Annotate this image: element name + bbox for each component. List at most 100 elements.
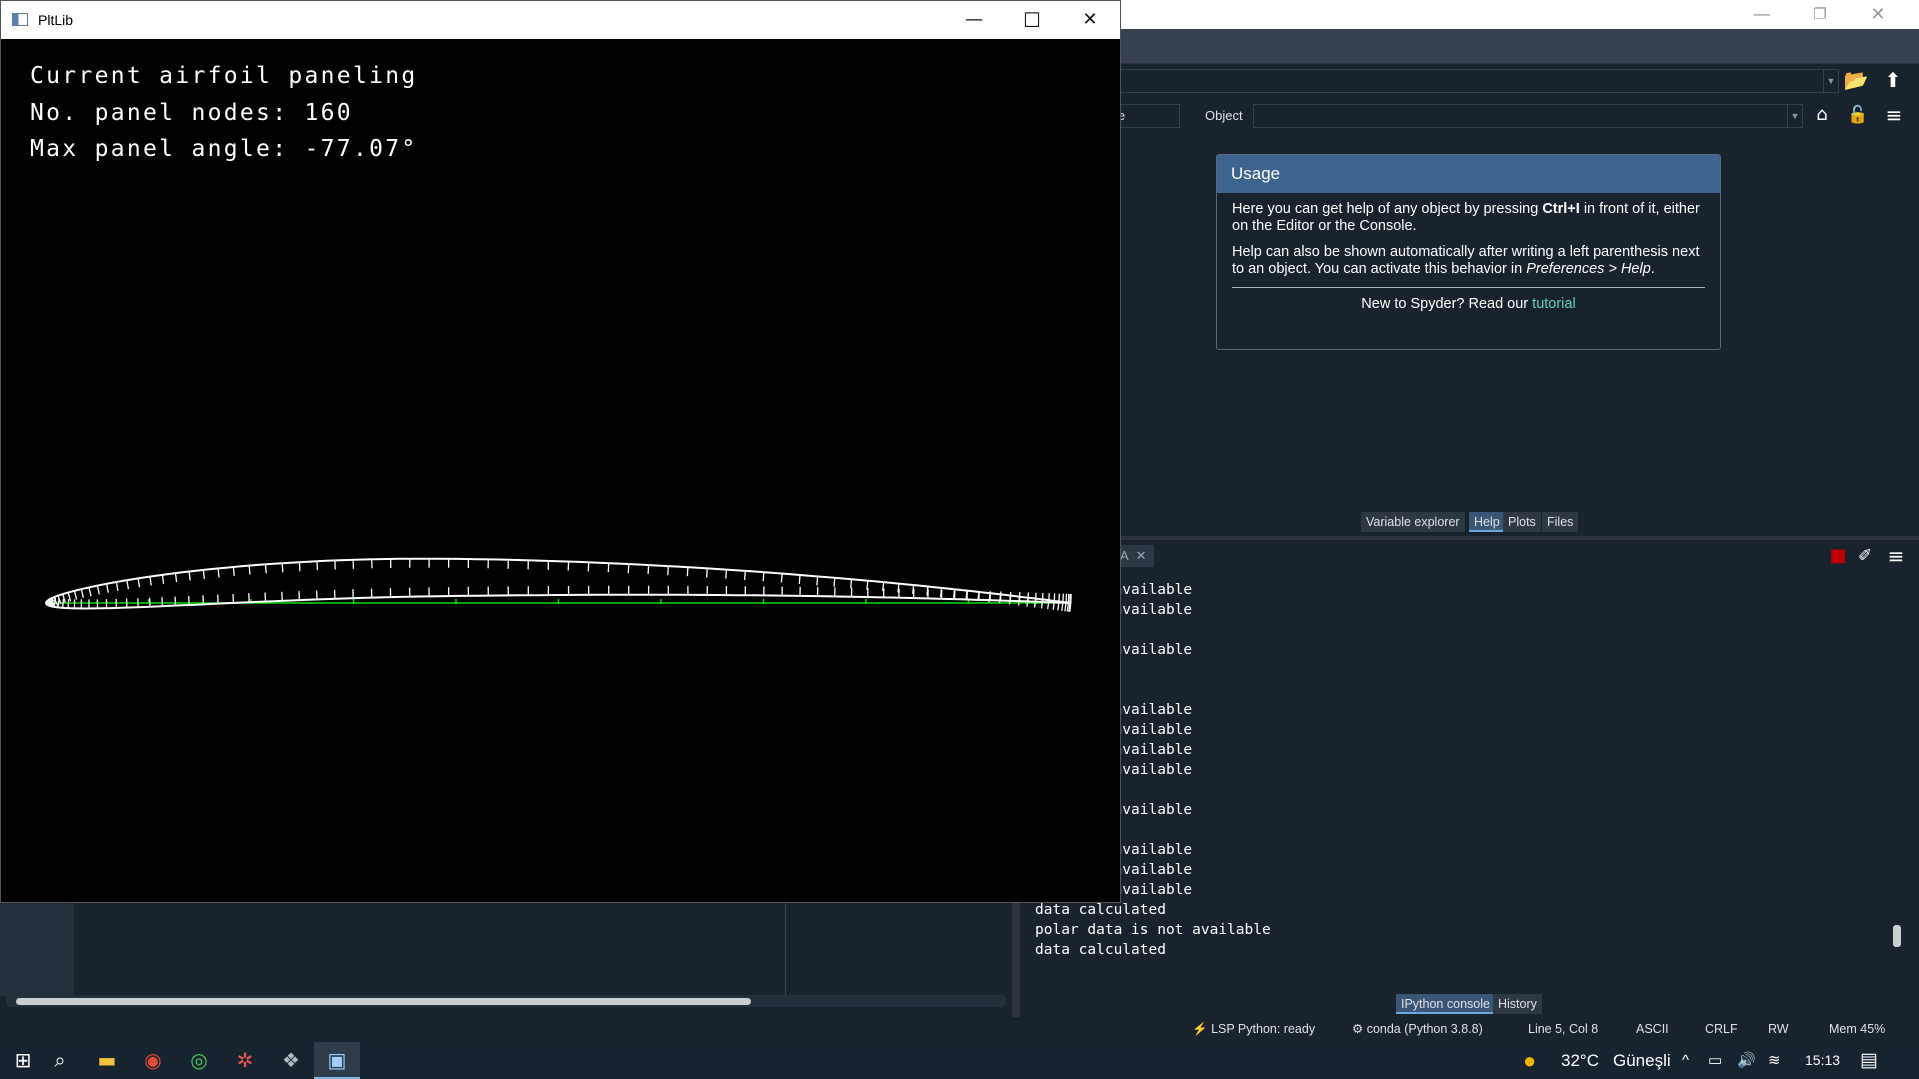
parent-directory-icon[interactable]: ⬆ xyxy=(1880,68,1906,94)
tutorial-link[interactable]: tutorial xyxy=(1532,296,1576,312)
console-line: ulated xyxy=(1035,660,1895,680)
panel-normal-tick xyxy=(647,565,650,575)
panel-normal-tick xyxy=(248,565,251,575)
panel-normal-tick xyxy=(88,587,92,597)
console-line: polar data is not available xyxy=(1035,922,1271,938)
panel-normal-tick xyxy=(298,562,301,572)
console-line: a is not available xyxy=(1035,742,1193,758)
spyder-close-button[interactable]: ✕ xyxy=(1849,0,1907,29)
scrollbar-thumb[interactable] xyxy=(1893,925,1901,947)
spyder-app-icon[interactable]: ✲ xyxy=(222,1042,268,1079)
console-line: a is not available xyxy=(1035,882,1193,898)
panel-normal-tick xyxy=(833,577,836,587)
panel-normal-tick xyxy=(743,570,746,580)
console-line: ulated xyxy=(1035,820,1895,840)
spyder-minimize-button[interactable]: — xyxy=(1733,0,1791,29)
console-line: a is not available xyxy=(1035,762,1193,778)
end-of-line: CRLF xyxy=(1705,1022,1738,1036)
console-tab[interactable]: A ✕ xyxy=(1118,545,1154,567)
status-bar: ⚡ LSP Python: ready ⚙ conda (Python 3.8.… xyxy=(0,1017,1919,1042)
minimize-button[interactable]: — xyxy=(945,1,1003,39)
search-icon[interactable]: ⌕ xyxy=(37,1042,83,1079)
chevron-down-icon[interactable]: ▼ xyxy=(1787,105,1802,127)
console-line: data calculated xyxy=(1035,942,1166,958)
cursor-position: Line 5, Col 8 xyxy=(1528,1022,1599,1036)
memory-usage: Mem 45% xyxy=(1829,1022,1886,1036)
console-line: data calculated xyxy=(1035,902,1166,918)
env-status[interactable]: ⚙ conda (Python 3.8.8) xyxy=(1352,1017,1483,1042)
eraser-icon[interactable]: ✐ xyxy=(1852,544,1878,570)
weather-temp[interactable]: 32°C xyxy=(1561,1042,1599,1079)
home-icon[interactable]: ⌂ xyxy=(1809,103,1835,129)
pane-splitter[interactable] xyxy=(1012,900,1020,1020)
close-icon[interactable]: ✕ xyxy=(1136,548,1147,563)
panel-normal-tick xyxy=(149,576,152,586)
clock[interactable]: 15:13 xyxy=(1805,1042,1840,1079)
console-line: a is not available xyxy=(1035,582,1193,598)
console-line: ulated xyxy=(1035,620,1895,640)
weather-desc[interactable]: Güneşli xyxy=(1613,1042,1671,1079)
panel-normal-tick xyxy=(1066,602,1070,612)
panel-normal-tick xyxy=(57,598,60,608)
editor-horizontal-scrollbar[interactable] xyxy=(6,995,1006,1007)
tab-files[interactable]: Files xyxy=(1542,512,1579,532)
panel-normal-tick xyxy=(264,564,267,574)
plot-canvas[interactable]: Current airfoil paneling No. panel nodes… xyxy=(1,39,1120,902)
panel-normal-tick xyxy=(174,573,178,583)
tab-history[interactable]: History xyxy=(1493,994,1542,1014)
battery-icon[interactable]: ▭ xyxy=(1708,1042,1722,1079)
ipython-console-output[interactable]: a is not available a is not available ulat… xyxy=(1035,580,1895,980)
editor-line-gutter xyxy=(0,900,74,996)
chevron-down-icon[interactable]: ▼ xyxy=(1823,70,1838,92)
volume-icon[interactable]: 🔊 xyxy=(1737,1042,1756,1079)
console-line: a is not available xyxy=(1035,862,1193,878)
whatsapp-icon[interactable]: ◎ xyxy=(176,1042,222,1079)
object-input[interactable]: ▼ xyxy=(1253,104,1803,128)
chrome-icon[interactable]: ◉ xyxy=(130,1042,176,1079)
panel-normal-tick xyxy=(798,574,801,584)
unlock-icon[interactable]: 🔓 xyxy=(1845,103,1871,129)
tab-help[interactable]: Help xyxy=(1469,512,1505,532)
tab-plots[interactable]: Plots xyxy=(1503,512,1541,532)
panel-normal-tick xyxy=(115,581,119,592)
panel-normal-tick xyxy=(161,574,165,584)
pltlib-titlebar[interactable]: PltLib — ☐ ✕ xyxy=(1,1,1120,39)
maximize-button[interactable]: ☐ xyxy=(1003,1,1061,39)
conda-icon: ⚙ xyxy=(1352,1022,1364,1036)
tab-ipython-console[interactable]: IPython console xyxy=(1396,994,1495,1014)
panel-normal-tick xyxy=(725,569,728,579)
close-button[interactable]: ✕ xyxy=(1061,1,1119,39)
python-app-icon[interactable]: ❖ xyxy=(268,1042,314,1079)
notification-icon[interactable]: ▤ xyxy=(1860,1042,1878,1079)
console-line: ulated xyxy=(1035,780,1895,800)
tab-variable-explorer[interactable]: Variable explorer xyxy=(1361,512,1465,532)
wifi-icon[interactable]: ≋ xyxy=(1768,1042,1781,1079)
options-menu-icon[interactable]: ≡ xyxy=(1883,544,1909,570)
panel-normal-tick xyxy=(202,569,205,579)
working-directory-field[interactable]: ▼ xyxy=(1119,69,1839,93)
usage-paragraph-1: Here you can get help of any object by p… xyxy=(1232,201,1700,234)
read-write-mode: RW xyxy=(1768,1022,1789,1036)
panel-normal-tick xyxy=(202,595,205,605)
console-scrollbar[interactable] xyxy=(1891,580,1903,980)
stop-kernel-icon[interactable]: ■ xyxy=(1825,544,1851,570)
console-line: a is not available xyxy=(1035,602,1193,618)
spyder-restore-button[interactable]: ❐ xyxy=(1791,0,1849,29)
panel-normal-tick xyxy=(126,580,130,590)
options-menu-icon[interactable]: ≡ xyxy=(1881,103,1907,129)
console-line: a is not available xyxy=(1035,802,1193,818)
usage-help-box: Usage Here you can get help of any objec… xyxy=(1216,154,1721,350)
scrollbar-thumb[interactable] xyxy=(16,998,751,1005)
chevron-up-icon[interactable]: ^ xyxy=(1682,1042,1689,1079)
weather-sun-icon[interactable]: ● xyxy=(1523,1042,1536,1079)
file-explorer-icon[interactable]: ▬ xyxy=(84,1042,130,1079)
usage-new-to-spyder: New to Spyder? Read our tutorial xyxy=(1361,296,1576,312)
app-icon xyxy=(12,13,28,26)
panel-normal-tick xyxy=(667,566,669,576)
panel-normal-tick xyxy=(762,572,765,582)
lsp-status[interactable]: ⚡ LSP Python: ready xyxy=(1192,1017,1315,1042)
usage-paragraph-2: Help can also be shown automatically aft… xyxy=(1232,244,1700,277)
editor-area[interactable] xyxy=(0,900,1008,1000)
folder-open-icon[interactable]: 📂 xyxy=(1843,68,1869,94)
pltlib-app-icon[interactable]: ▣ xyxy=(314,1042,360,1079)
